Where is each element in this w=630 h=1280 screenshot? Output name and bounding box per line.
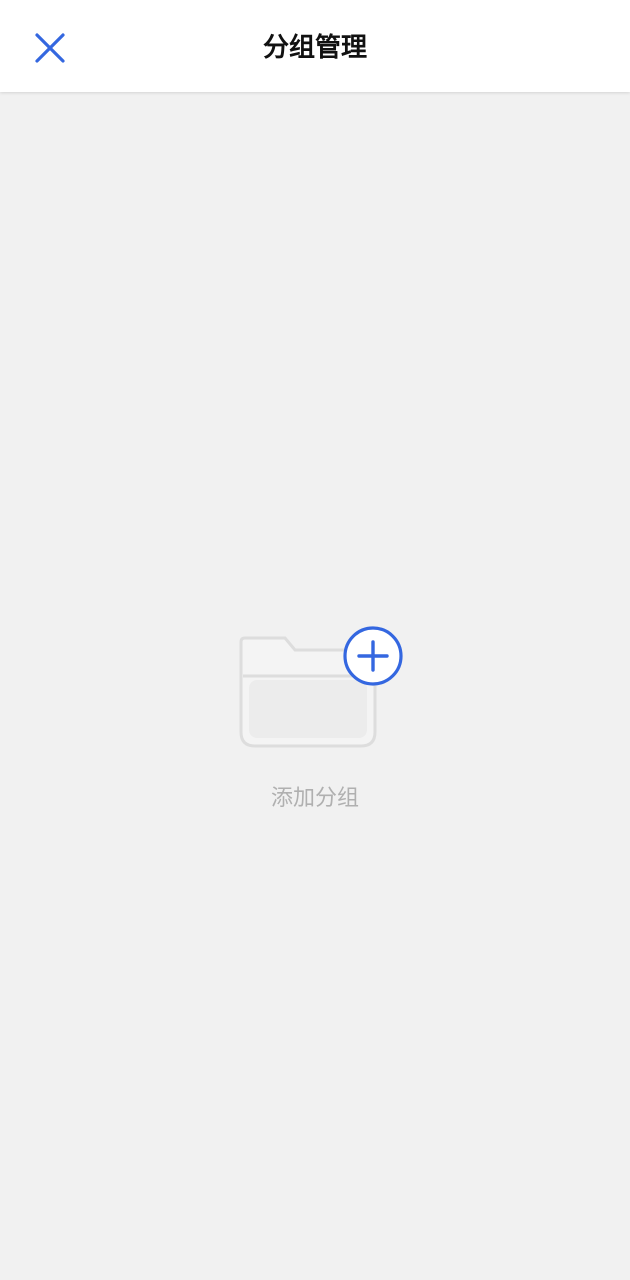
page-title: 分组管理 <box>262 33 367 63</box>
top-bar: 分组管理 <box>0 0 630 92</box>
add-group-illustration[interactable] <box>225 620 405 760</box>
empty-state: 添加分组 <box>0 620 630 814</box>
add-group-label[interactable]: 添加分组 <box>271 784 359 814</box>
folder-add-icon <box>239 626 403 748</box>
